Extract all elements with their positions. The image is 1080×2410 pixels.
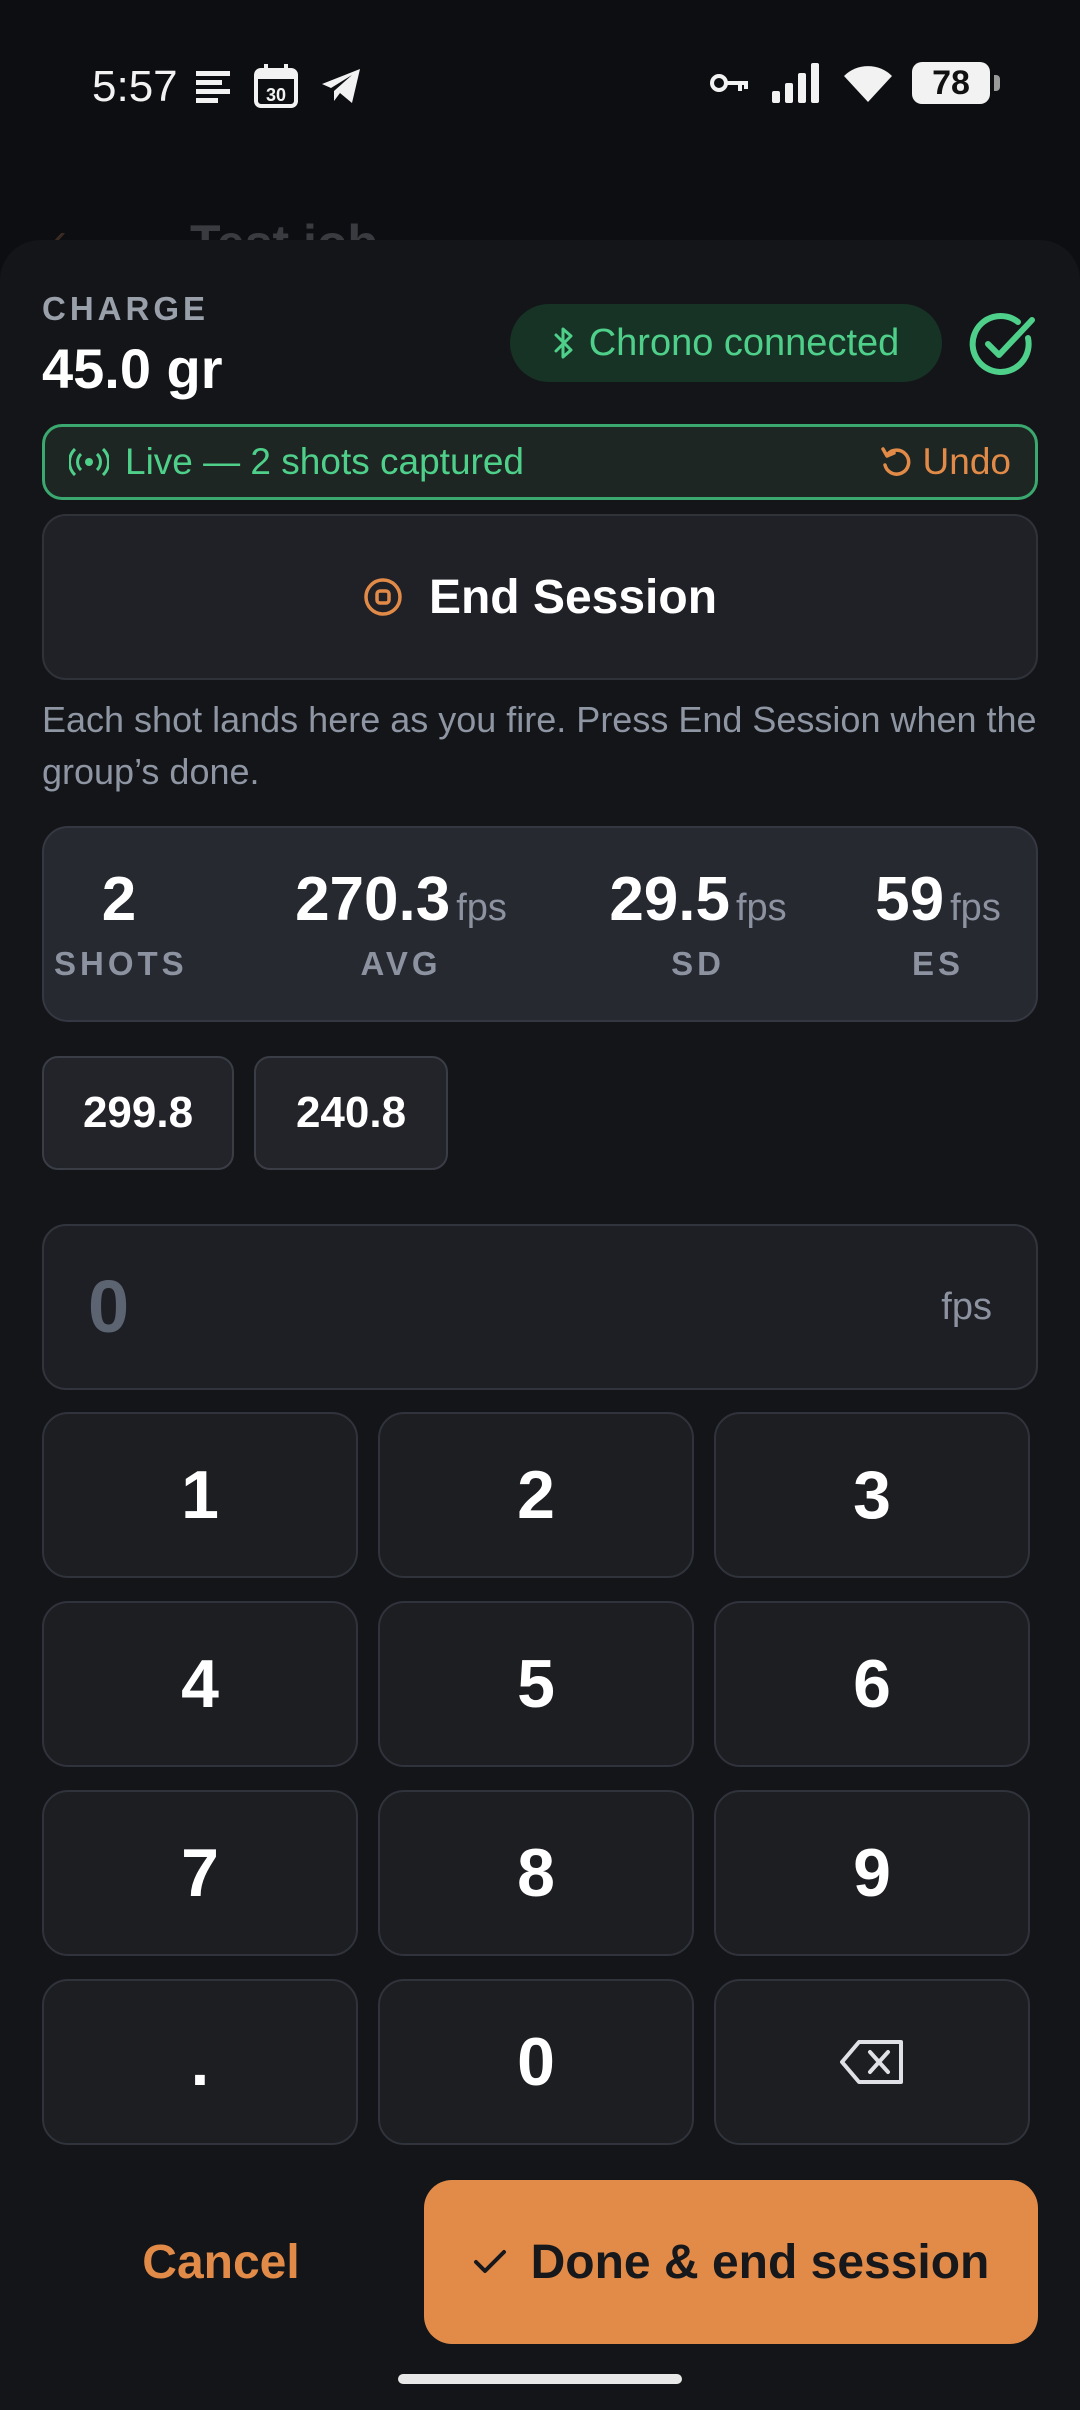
stat-value: 270.3 <box>295 865 451 934</box>
stat-sd: 29.5 fps SD <box>580 864 816 983</box>
check-circle-icon[interactable] <box>966 308 1038 380</box>
live-status-text: Live — 2 shots captured <box>125 441 524 482</box>
stat-label: SD <box>671 945 725 982</box>
end-session-button[interactable]: End Session <box>42 514 1038 680</box>
status-notification-icons: 30 <box>196 64 362 108</box>
shot-chip[interactable]: 299.8 <box>42 1056 234 1170</box>
vpn-key-icon <box>710 74 748 92</box>
charge-value: 45.0 gr <box>42 337 223 400</box>
key-1[interactable]: 1 <box>42 1412 358 1578</box>
velocity-input[interactable]: 0 fps <box>42 1224 1038 1390</box>
stat-avg: 270.3 fps AVG <box>270 864 532 983</box>
undo-label: Undo <box>922 441 1011 482</box>
key-9[interactable]: 9 <box>714 1790 1030 1956</box>
done-end-session-label: Done & end session <box>530 2235 990 2289</box>
stat-es: 59 fps ES <box>852 864 1024 983</box>
key-3[interactable]: 3 <box>714 1412 1030 1578</box>
status-system-icons: 78 <box>710 62 1000 104</box>
velocity-input-unit: fps <box>941 1286 992 1328</box>
stat-value: 2 <box>101 865 137 934</box>
key-5[interactable]: 5 <box>378 1601 694 1767</box>
undo-icon <box>880 447 910 476</box>
stat-label: SHOTS <box>54 945 188 982</box>
calendar-icon: 30 <box>254 64 298 108</box>
end-session-label: End Session <box>428 570 718 624</box>
key-2[interactable]: 2 <box>378 1412 694 1578</box>
key-4[interactable]: 4 <box>42 1601 358 1767</box>
chrono-status-badge[interactable]: Chrono connected <box>510 304 942 382</box>
charge-label: CHARGE <box>42 290 210 327</box>
cancel-button[interactable]: Cancel <box>44 2180 398 2344</box>
home-indicator[interactable] <box>398 2374 682 2384</box>
stat-unit: fps <box>735 887 787 929</box>
stat-label: AVG <box>360 945 442 982</box>
wifi-icon <box>844 66 892 102</box>
status-time: 5:57 <box>92 62 178 111</box>
bluetooth-icon <box>554 327 573 359</box>
broadcast-icon <box>69 448 109 476</box>
stat-label: ES <box>911 945 965 982</box>
chrono-status-label: Chrono connected <box>588 321 900 364</box>
checkmark-icon <box>473 2250 506 2273</box>
key-backspace[interactable] <box>714 1979 1030 2145</box>
live-capture-bar: Live — 2 shots captured Undo <box>42 424 1038 500</box>
stat-value: 29.5 <box>609 865 730 934</box>
stat-unit: fps <box>456 887 507 929</box>
key-0[interactable]: 0 <box>378 1979 694 2145</box>
stat-unit: fps <box>950 887 1001 929</box>
calendar-day: 30 <box>266 85 286 105</box>
key-6[interactable]: 6 <box>714 1601 1030 1767</box>
stats-card: 2 SHOTS 270.3 fps AVG 29.5 fps SD 59 fps ES <box>42 826 1038 1022</box>
stat-value: 59 <box>875 865 945 934</box>
undo-button[interactable]: Undo <box>879 441 1011 483</box>
shot-chip[interactable]: 240.8 <box>254 1056 448 1170</box>
key-decimal[interactable]: . <box>42 1979 358 2145</box>
helper-text: Each shot lands here as you fire. Press … <box>42 699 1037 792</box>
key-7[interactable]: 7 <box>42 1790 358 1956</box>
stat-shots: 2 SHOTS <box>54 864 184 983</box>
velocity-input-value: 0 <box>88 1265 130 1348</box>
stop-circle-icon <box>364 578 402 616</box>
backspace-icon <box>840 2040 903 2084</box>
text-lines-icon <box>196 71 230 103</box>
telegram-icon <box>322 69 360 103</box>
battery-indicator: 78 <box>912 62 1000 104</box>
done-end-session-button[interactable]: Done & end session <box>424 2180 1038 2344</box>
signal-icon <box>772 63 819 103</box>
status-bar: 5:57 30 78 <box>0 0 1080 170</box>
key-8[interactable]: 8 <box>378 1790 694 1956</box>
